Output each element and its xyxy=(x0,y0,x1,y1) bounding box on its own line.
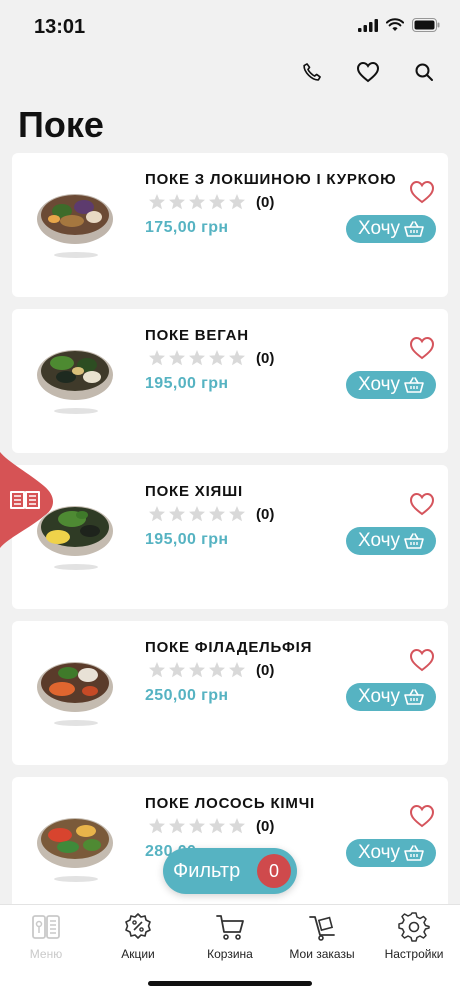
tab-orders-label: Мои заказы xyxy=(289,947,355,961)
top-actions xyxy=(298,58,438,86)
search-button[interactable] xyxy=(410,58,438,86)
phone-icon xyxy=(303,63,321,81)
rating-stars[interactable]: (0) xyxy=(148,505,274,523)
heart-icon xyxy=(356,61,380,83)
cart-add-icon xyxy=(404,533,424,549)
want-button[interactable]: Хочу xyxy=(346,839,436,867)
want-label: Хочу xyxy=(357,530,400,551)
want-button[interactable]: Хочу xyxy=(346,683,436,711)
cart-add-icon xyxy=(404,221,424,237)
product-price: 195,00 грн xyxy=(145,375,229,392)
rating-stars[interactable]: (0) xyxy=(148,661,274,679)
product-price: 250,00 грн xyxy=(145,687,229,704)
product-image xyxy=(37,194,113,258)
dolly-icon xyxy=(309,916,335,941)
want-label: Хочу xyxy=(357,686,400,707)
tab-menu[interactable]: Меню xyxy=(0,911,92,971)
tab-settings[interactable]: Настройки xyxy=(368,911,460,971)
cart-add-icon xyxy=(404,689,424,705)
filter-count-badge: 0 xyxy=(257,854,291,888)
product-price: 175,00 грн xyxy=(145,219,229,236)
home-indicator xyxy=(148,981,312,986)
tab-cart-label: Корзина xyxy=(207,947,253,961)
search-icon xyxy=(415,63,433,81)
rating-stars[interactable]: (0) xyxy=(148,193,274,211)
product-name: ПОКЕ ВЕГАН xyxy=(145,327,249,344)
rating-stars[interactable]: (0) xyxy=(148,817,274,835)
favorite-heart-icon[interactable] xyxy=(408,803,436,829)
percent-badge-icon xyxy=(125,913,151,939)
product-image xyxy=(37,350,113,414)
product-image xyxy=(37,818,113,882)
tab-menu-label: Меню xyxy=(29,947,63,961)
page-title: Поке xyxy=(18,104,104,145)
want-label: Хочу xyxy=(357,218,400,239)
product-image xyxy=(37,662,113,726)
want-button[interactable]: Хочу xyxy=(346,527,436,555)
product-name: ПОКЕ ХІЯШІ xyxy=(145,483,243,500)
star-icons xyxy=(149,194,245,210)
product-card[interactable]: ПОКЕ ВЕГАН (0) 195,00 грн Хочу xyxy=(12,309,448,453)
tab-orders[interactable]: Мои заказы xyxy=(276,911,368,971)
rating-count: (0) xyxy=(256,193,275,211)
star-icons xyxy=(149,506,245,522)
want-button[interactable]: Хочу xyxy=(346,371,436,399)
want-label: Хочу xyxy=(357,842,400,863)
menu-book-icon xyxy=(32,915,60,939)
product-price: 195,00 грн xyxy=(145,531,229,548)
favorite-heart-icon[interactable] xyxy=(408,335,436,361)
favorite-heart-icon[interactable] xyxy=(408,179,436,205)
rating-count: (0) xyxy=(256,349,275,367)
rating-count: (0) xyxy=(256,817,275,835)
signal-icon xyxy=(358,18,378,32)
product-name: ПОКЕ ФІЛАДЕЛЬФІЯ xyxy=(145,639,313,656)
rating-stars[interactable]: (0) xyxy=(148,349,274,367)
favorite-heart-icon[interactable] xyxy=(408,491,436,517)
want-button[interactable]: Хочу xyxy=(346,215,436,243)
favorites-button[interactable] xyxy=(354,58,382,86)
battery-icon xyxy=(412,18,440,32)
product-card[interactable]: ПОКЕ З ЛОКШИНОЮ І КУРКОЮ (0) 175,00 грн … xyxy=(12,153,448,297)
status-bar: 13:01 xyxy=(0,0,460,56)
product-list: ПОКЕ З ЛОКШИНОЮ І КУРКОЮ (0) 175,00 грн … xyxy=(12,153,448,933)
filter-label: Фильтр xyxy=(173,859,241,882)
tab-cart[interactable]: Корзина xyxy=(184,911,276,971)
tab-settings-label: Настройки xyxy=(384,947,444,961)
cart-add-icon xyxy=(404,377,424,393)
want-label: Хочу xyxy=(357,374,400,395)
wifi-icon xyxy=(386,18,404,31)
product-name: ПОКЕ З ЛОКШИНОЮ І КУРКОЮ xyxy=(145,171,397,188)
rating-count: (0) xyxy=(256,505,275,523)
product-card[interactable]: ПОКЕ ХІЯШІ (0) 195,00 грн Хочу xyxy=(12,465,448,609)
gear-icon xyxy=(398,912,430,942)
favorite-heart-icon[interactable] xyxy=(408,647,436,673)
product-card[interactable]: ПОКЕ ФІЛАДЕЛЬФІЯ (0) 250,00 грн Хочу xyxy=(12,621,448,765)
star-icons xyxy=(149,662,245,678)
tab-promos-label: Акции xyxy=(121,947,155,961)
product-name: ПОКЕ ЛОСОСЬ КІМЧІ xyxy=(145,795,316,812)
tab-promos[interactable]: Акции xyxy=(92,911,184,971)
call-button[interactable] xyxy=(298,58,326,86)
menu-side-tab[interactable] xyxy=(0,452,54,548)
rating-count: (0) xyxy=(256,661,275,679)
cart-add-icon xyxy=(404,845,424,861)
status-icons xyxy=(358,18,440,32)
cart-icon xyxy=(216,915,244,940)
status-time: 13:01 xyxy=(34,16,86,38)
star-icons xyxy=(149,818,245,834)
star-icons xyxy=(149,350,245,366)
filter-button[interactable]: Фильтр 0 xyxy=(163,848,297,894)
